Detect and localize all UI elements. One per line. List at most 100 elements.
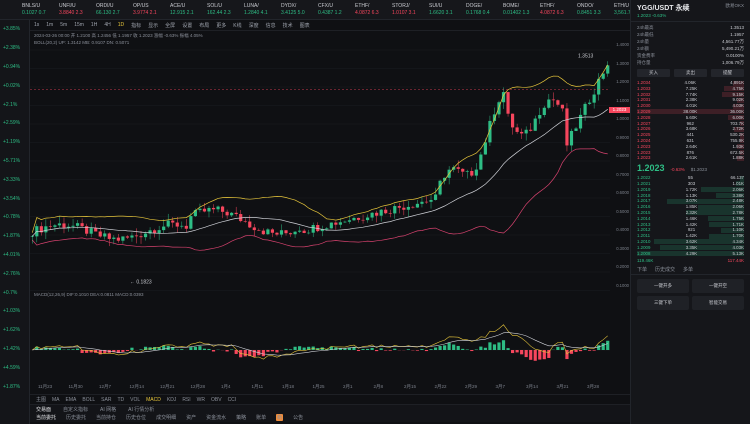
bottom-subtab[interactable]: 公告 xyxy=(293,414,303,421)
watchlist-item[interactable]: +1.87% xyxy=(0,227,29,246)
indicator-tab[interactable]: SAR xyxy=(101,397,111,403)
watchlist-item[interactable]: +1.19% xyxy=(0,133,29,152)
indicator-tab[interactable]: RSI xyxy=(182,397,190,403)
ticker-item[interactable]: SOL/U 162.44 2.3 xyxy=(207,3,244,17)
macd-chart[interactable] xyxy=(30,300,610,380)
ticker-item[interactable]: OP/US 3.9774 2.1 xyxy=(133,3,170,17)
macd-bar xyxy=(370,347,374,350)
indicator-tab[interactable]: VOL xyxy=(130,397,140,403)
bottom-subtab[interactable]: 资产 xyxy=(186,414,196,421)
ticker-item[interactable]: ORDI/U 66.130 2.7 xyxy=(96,3,133,17)
indicator-tab[interactable]: 主图 xyxy=(36,396,46,403)
watchlist-item[interactable]: +5.71% xyxy=(0,152,29,171)
toolbar-item[interactable]: K线 xyxy=(233,22,241,29)
indicator-tab[interactable]: MACD xyxy=(146,397,161,403)
bottom-subtab[interactable]: 历史仓位 xyxy=(126,414,146,421)
quick-action[interactable]: 一键开多 xyxy=(637,279,689,294)
watchlist-item[interactable]: +2.38% xyxy=(0,39,29,58)
toolbar-item[interactable]: 全屏 xyxy=(165,22,175,29)
watchlist-item[interactable]: +2.76% xyxy=(0,264,29,283)
toolbar-item[interactable]: 4H xyxy=(104,22,110,28)
orderbook-row[interactable]: 1.2023 2.61K 1.88K xyxy=(637,155,744,161)
watchlist-item[interactable]: +1.87% xyxy=(0,377,29,396)
watchlist-item[interactable]: +1.03% xyxy=(0,302,29,321)
watchlist-item[interactable]: +1.42% xyxy=(0,340,29,359)
ticker-item[interactable]: CFX/U 0.4387 1.2 xyxy=(318,3,355,17)
order-tab[interactable]: 多单 xyxy=(683,266,693,273)
bottom-subtab[interactable]: 当前持仓 xyxy=(96,414,116,421)
ticker-item[interactable]: SUI/U 1.6620 3.1 xyxy=(429,3,466,17)
ticker-item[interactable]: UNFI/U 3.8840 2.3 xyxy=(59,3,96,17)
ticker-item[interactable]: LUNA/1.2840 4.1 xyxy=(244,3,281,17)
watchlist-item[interactable]: +4.01% xyxy=(0,246,29,265)
bottom-subtab[interactable]: 当前委托 xyxy=(36,414,56,421)
watchlist-item[interactable]: +0.7% xyxy=(0,283,29,302)
quick-action[interactable]: 三键下单 xyxy=(637,296,689,311)
order-tab[interactable]: 下单 xyxy=(637,266,647,273)
toolbar-item[interactable]: 指标 xyxy=(131,22,141,29)
toolbar-item[interactable]: 15m xyxy=(74,22,84,28)
ticker-item[interactable]: ACE/U 12.915 2.1 xyxy=(170,3,207,17)
bottom-subtab[interactable]: 成交明细 xyxy=(156,414,176,421)
toolbar-item[interactable]: 信息 xyxy=(266,22,276,29)
watchlist-item[interactable]: +3.54% xyxy=(0,189,29,208)
indicator-tab[interactable]: WR xyxy=(197,397,205,403)
toolbar-item[interactable]: 更多 xyxy=(216,22,226,29)
toolbar-item[interactable]: 1s xyxy=(34,22,39,28)
ticker-item[interactable]: DYDX/3.4125 5.0 xyxy=(281,3,318,17)
toolbar-item[interactable]: 布局 xyxy=(199,22,209,29)
bottom-subtab[interactable]: 新 xyxy=(276,414,284,421)
toolbar-item[interactable]: 技术 xyxy=(283,22,293,29)
bottom-subtab[interactable]: 账单 xyxy=(256,414,266,421)
bottom-subtab[interactable]: 资金流水 xyxy=(206,414,226,421)
watchlist-item[interactable]: +2.1% xyxy=(0,95,29,114)
panel-button[interactable]: 提醒 xyxy=(711,69,744,77)
ticker-item[interactable]: BNLS/U 0.1027 0.7 xyxy=(22,3,59,17)
toolbar-item[interactable]: 深度 xyxy=(249,22,259,29)
toolbar-item[interactable]: 显示 xyxy=(148,22,158,29)
panel-button[interactable]: 卖出 xyxy=(674,69,707,77)
watchlist-item[interactable]: +0.94% xyxy=(0,58,29,77)
candlestick-chart[interactable]: 1.3513 ← 0.1823 xyxy=(30,48,610,318)
toolbar-item[interactable]: 5m xyxy=(60,22,67,28)
orderbook-row[interactable]: 1.2008 4.29K 5.13K xyxy=(637,251,744,257)
bottom-subtab[interactable]: 历史委托 xyxy=(66,414,86,421)
bottom-subtab[interactable]: 策略 xyxy=(236,414,246,421)
toolbar-item[interactable]: 设置 xyxy=(182,22,192,29)
order-tab[interactable]: 历史成交 xyxy=(655,266,675,273)
ticker-item[interactable]: DOGE/0.1768 0.4 xyxy=(466,3,503,17)
indicator-tab[interactable]: BOLL xyxy=(82,397,95,403)
indicator-tab[interactable]: TD xyxy=(117,397,124,403)
bottom-tab[interactable]: 交易面 xyxy=(36,406,51,413)
indicator-tab[interactable]: KDJ xyxy=(167,397,176,403)
chart-area[interactable]: 1s 1m 5m 15m 1H 4H 1D 指标 显示 全屏 设置 布局 更多 K线 深度 信息 技术 图表 20… xyxy=(30,20,630,424)
watchlist-item[interactable]: +4.59% xyxy=(0,358,29,377)
watchlist-item[interactable]: +0.78% xyxy=(0,208,29,227)
watchlist-item[interactable]: +3.85% xyxy=(0,20,29,39)
bottom-tab[interactable]: AI 行情分析 xyxy=(128,406,154,413)
ticker-item[interactable]: ETHF/4.0872 6.3 xyxy=(540,3,577,17)
macd-bar xyxy=(180,349,184,350)
bottom-tab[interactable]: AI 网格 xyxy=(100,406,116,413)
indicator-tab[interactable]: OBV xyxy=(211,397,222,403)
indicator-tab[interactable]: MA xyxy=(52,397,60,403)
quick-action[interactable]: 智能交易 xyxy=(692,296,744,311)
pair-header[interactable]: YGG/USDT 永续 欧易OKX 1.2023 -0.63% xyxy=(631,0,750,22)
toolbar-item[interactable]: 1H xyxy=(91,22,97,28)
indicator-tab[interactable]: CCI xyxy=(228,397,237,403)
ticker-item[interactable]: STORJ/1.0107 3.1 xyxy=(392,3,429,17)
toolbar-item[interactable]: 1D xyxy=(118,22,124,28)
bottom-tab[interactable]: 自定义指标 xyxy=(63,406,88,413)
ticker-item[interactable]: ONDO/0.8451 3.3 xyxy=(577,3,614,17)
ticker-item[interactable]: ETHF/4.0872 6.3 xyxy=(355,3,392,17)
watchlist-item[interactable]: +2.59% xyxy=(0,114,29,133)
ticker-item[interactable]: BOME/0.01402 1.3 xyxy=(503,3,540,17)
watchlist-item[interactable]: +3.33% xyxy=(0,170,29,189)
quick-action[interactable]: 一键开空 xyxy=(692,279,744,294)
indicator-tab[interactable]: EMA xyxy=(66,397,77,403)
panel-button[interactable]: 买入 xyxy=(637,69,670,77)
watchlist-item[interactable]: +0.02% xyxy=(0,76,29,95)
toolbar-item[interactable]: 1m xyxy=(46,22,53,28)
watchlist-item[interactable]: +1.62% xyxy=(0,321,29,340)
toolbar-item[interactable]: 图表 xyxy=(300,22,310,29)
